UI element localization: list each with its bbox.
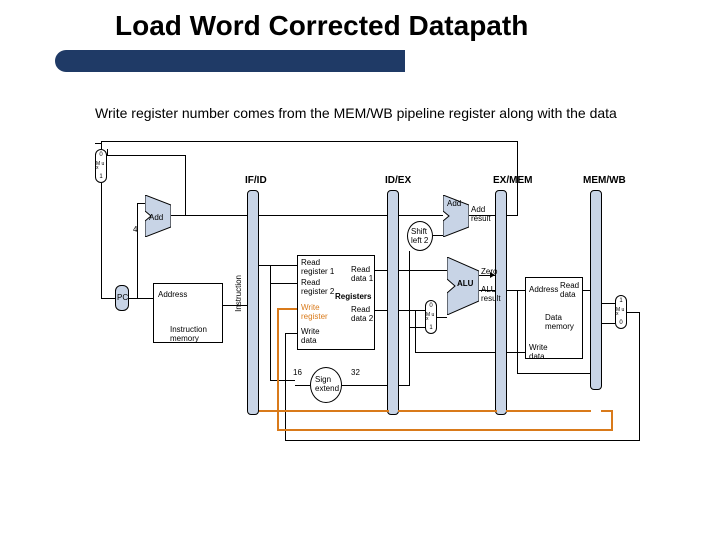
readreg2-label: Read register 2 — [301, 278, 334, 296]
memwb-reg — [590, 190, 602, 390]
ifid-reg — [247, 190, 259, 415]
datapath-diagram: IF/ID ID/EX EX/MEM MEM/WB 0 M u x 1 PC A… — [95, 135, 655, 460]
pc-label: PC — [117, 293, 128, 302]
mux-0: 0 — [99, 152, 102, 158]
mux-1c: 1 — [619, 298, 622, 304]
aluresult-label: ALU result — [481, 285, 501, 303]
writedata-label: Write data — [301, 327, 320, 345]
idex-reg — [387, 190, 399, 415]
add1-label: Add — [149, 213, 163, 222]
mux-mc: M u x — [616, 308, 626, 316]
slide-subtitle: Write register number comes from the MEM… — [95, 105, 617, 121]
dmem-label: Data memory — [545, 313, 574, 331]
alu-src-mux: 0 M u x 1 — [425, 300, 437, 334]
addresult-label: Add result — [471, 205, 491, 223]
mux-0b: 0 — [429, 303, 432, 309]
imem-label: Instruction memory — [170, 325, 207, 343]
memwb-label: MEM/WB — [583, 175, 626, 186]
readreg1-label: Read register 1 — [301, 258, 334, 276]
thirtytwo-label: 32 — [351, 368, 360, 377]
slide-title: Load Word Corrected Datapath — [115, 10, 528, 42]
alu-label: ALU — [457, 279, 473, 288]
mux-m: M u x — [96, 162, 106, 170]
mux-1b: 1 — [429, 325, 432, 331]
readdata1-label: Read data 1 — [351, 265, 373, 283]
sixteen-label: 16 — [293, 368, 302, 377]
readdata2-label: Read data 2 — [351, 305, 373, 323]
wb-mux: 1 M u x 0 — [615, 295, 627, 329]
imem-address-label: Address — [158, 290, 187, 299]
add2-label: Add — [447, 199, 461, 208]
registers-title: Registers — [335, 292, 371, 301]
ifid-label: IF/ID — [245, 175, 267, 186]
dmem-address-label: Address — [529, 285, 558, 294]
shiftleft-label: Shift left 2 — [411, 227, 428, 245]
instruction-label: Instruction — [234, 275, 243, 312]
idex-label: ID/EX — [385, 175, 411, 186]
writedata2-label: Write data — [529, 343, 548, 361]
writereg-label: Write register — [301, 303, 328, 321]
mux-1: 1 — [99, 174, 102, 180]
pc-mux: 0 M u x 1 — [95, 149, 107, 183]
title-underline — [55, 50, 405, 72]
mux-0c: 0 — [619, 320, 622, 326]
signext-label: Sign extend — [315, 375, 339, 393]
mux-mb: M u x — [426, 313, 436, 321]
exmem-label: EX/MEM — [493, 175, 532, 186]
readdata-label: Read data — [560, 281, 579, 299]
zero-arrow — [490, 272, 495, 278]
